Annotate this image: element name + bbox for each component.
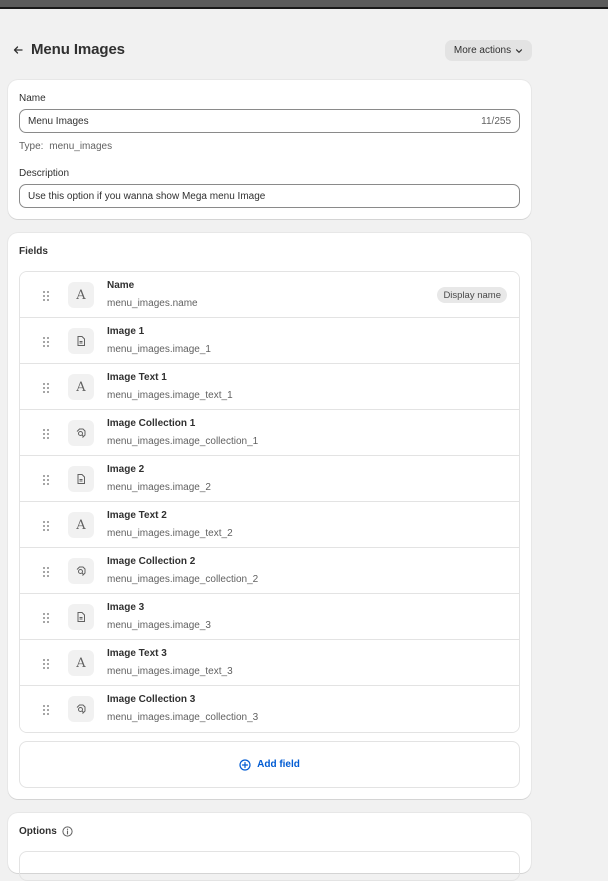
type-label: Type: [19, 141, 44, 152]
field-key: menu_images.image_collection_3 [107, 712, 259, 723]
field-name: Name [107, 280, 135, 291]
file-icon [68, 466, 94, 492]
field-key: menu_images.image_1 [107, 344, 211, 355]
display-name-badge: Display name [437, 287, 507, 303]
name-field-value: Menu Images [28, 115, 89, 127]
field-key: menu_images.image_text_2 [107, 528, 233, 539]
field-name: Image 2 [107, 464, 145, 475]
chevron-down-icon [516, 48, 523, 53]
collection-icon [68, 558, 94, 584]
drag-handle-icon[interactable] [42, 611, 50, 623]
drag-handle-icon[interactable] [42, 335, 50, 347]
page-title: Menu Images [31, 41, 125, 58]
field-row[interactable]: A Image Text 3 menu_images.image_text_3 [20, 640, 519, 686]
field-row[interactable]: A Image Text 2 menu_images.image_text_2 [20, 502, 519, 548]
description-field-value: Use this option if you wanna show Mega m… [28, 190, 266, 202]
field-name: Image 1 [107, 326, 145, 337]
fields-title: Fields [19, 246, 48, 257]
field-key: menu_images.name [107, 298, 198, 309]
drag-handle-icon[interactable] [42, 381, 50, 393]
file-icon [68, 328, 94, 354]
drag-handle-icon[interactable] [42, 289, 50, 301]
field-row[interactable]: A Name menu_images.name Display name [20, 272, 519, 318]
options-header: Options [19, 826, 73, 837]
info-icon[interactable] [62, 826, 73, 837]
fields-card: Fields A Name menu_images.name Display name… [8, 233, 531, 799]
options-title: Options [19, 826, 57, 837]
field-name: Image Collection 3 [107, 694, 196, 705]
field-name: Image Text 2 [107, 510, 167, 521]
fields-list: A Name menu_images.name Display name Image 1… [19, 271, 520, 733]
collection-icon [68, 696, 94, 722]
field-row[interactable]: Image 2 menu_images.image_2 [20, 456, 519, 502]
text-icon: A [68, 650, 94, 676]
file-icon [68, 604, 94, 630]
drag-handle-icon[interactable] [42, 657, 50, 669]
description-label: Description [19, 168, 70, 179]
drag-handle-icon[interactable] [42, 427, 50, 439]
field-row[interactable]: Image Collection 3 menu_images.image_coll… [20, 686, 519, 732]
field-name: Image Collection 2 [107, 556, 196, 567]
field-key: menu_images.image_3 [107, 620, 211, 631]
field-key: menu_images.image_collection_2 [107, 574, 259, 585]
field-row[interactable]: Image Collection 1 menu_images.image_coll… [20, 410, 519, 456]
drag-handle-icon[interactable] [42, 703, 50, 715]
field-key: menu_images.image_text_3 [107, 666, 233, 677]
field-name: Image 3 [107, 602, 145, 613]
page-header: Menu Images More actions [0, 38, 540, 64]
type-value: menu_images [49, 141, 113, 152]
arrow-left-icon [13, 46, 23, 54]
back-button[interactable] [8, 40, 28, 60]
options-card: Options [8, 813, 531, 881]
field-name: Image Text 3 [107, 648, 167, 659]
add-field-label: Add field [257, 759, 300, 770]
name-label: Name [19, 93, 46, 104]
collection-icon [68, 420, 94, 446]
field-name: Image Collection 1 [107, 418, 196, 429]
more-actions-label: More actions [453, 45, 512, 56]
field-row[interactable]: Image Collection 2 menu_images.image_coll… [20, 548, 519, 594]
drag-handle-icon[interactable] [42, 565, 50, 577]
text-icon: A [68, 282, 94, 308]
plus-circle-icon [239, 758, 251, 771]
field-key: menu_images.image_2 [107, 482, 211, 493]
name-field[interactable]: Menu Images 11/255 [19, 109, 520, 133]
name-character-count: 11/255 [481, 115, 511, 127]
text-icon: A [68, 512, 94, 538]
field-row[interactable]: Image 1 menu_images.image_1 [20, 318, 519, 364]
field-name: Image Text 1 [107, 372, 167, 383]
type-info: Type: menu_images [19, 141, 112, 152]
description-field[interactable]: Use this option if you wanna show Mega m… [19, 184, 520, 208]
field-row[interactable]: Image 3 menu_images.image_3 [20, 594, 519, 640]
drag-handle-icon[interactable] [42, 473, 50, 485]
field-row[interactable]: A Image Text 1 menu_images.image_text_1 [20, 364, 519, 410]
field-key: menu_images.image_text_1 [107, 390, 233, 401]
drag-handle-icon[interactable] [42, 519, 50, 531]
definition-card: Name Menu Images 11/255 Type: menu_image… [8, 80, 531, 219]
field-key: menu_images.image_collection_1 [107, 436, 259, 447]
more-actions-button[interactable]: More actions [445, 40, 532, 61]
text-icon: A [68, 374, 94, 400]
add-field-button[interactable]: Add field [19, 741, 520, 788]
top-bar-divider [0, 7, 608, 9]
